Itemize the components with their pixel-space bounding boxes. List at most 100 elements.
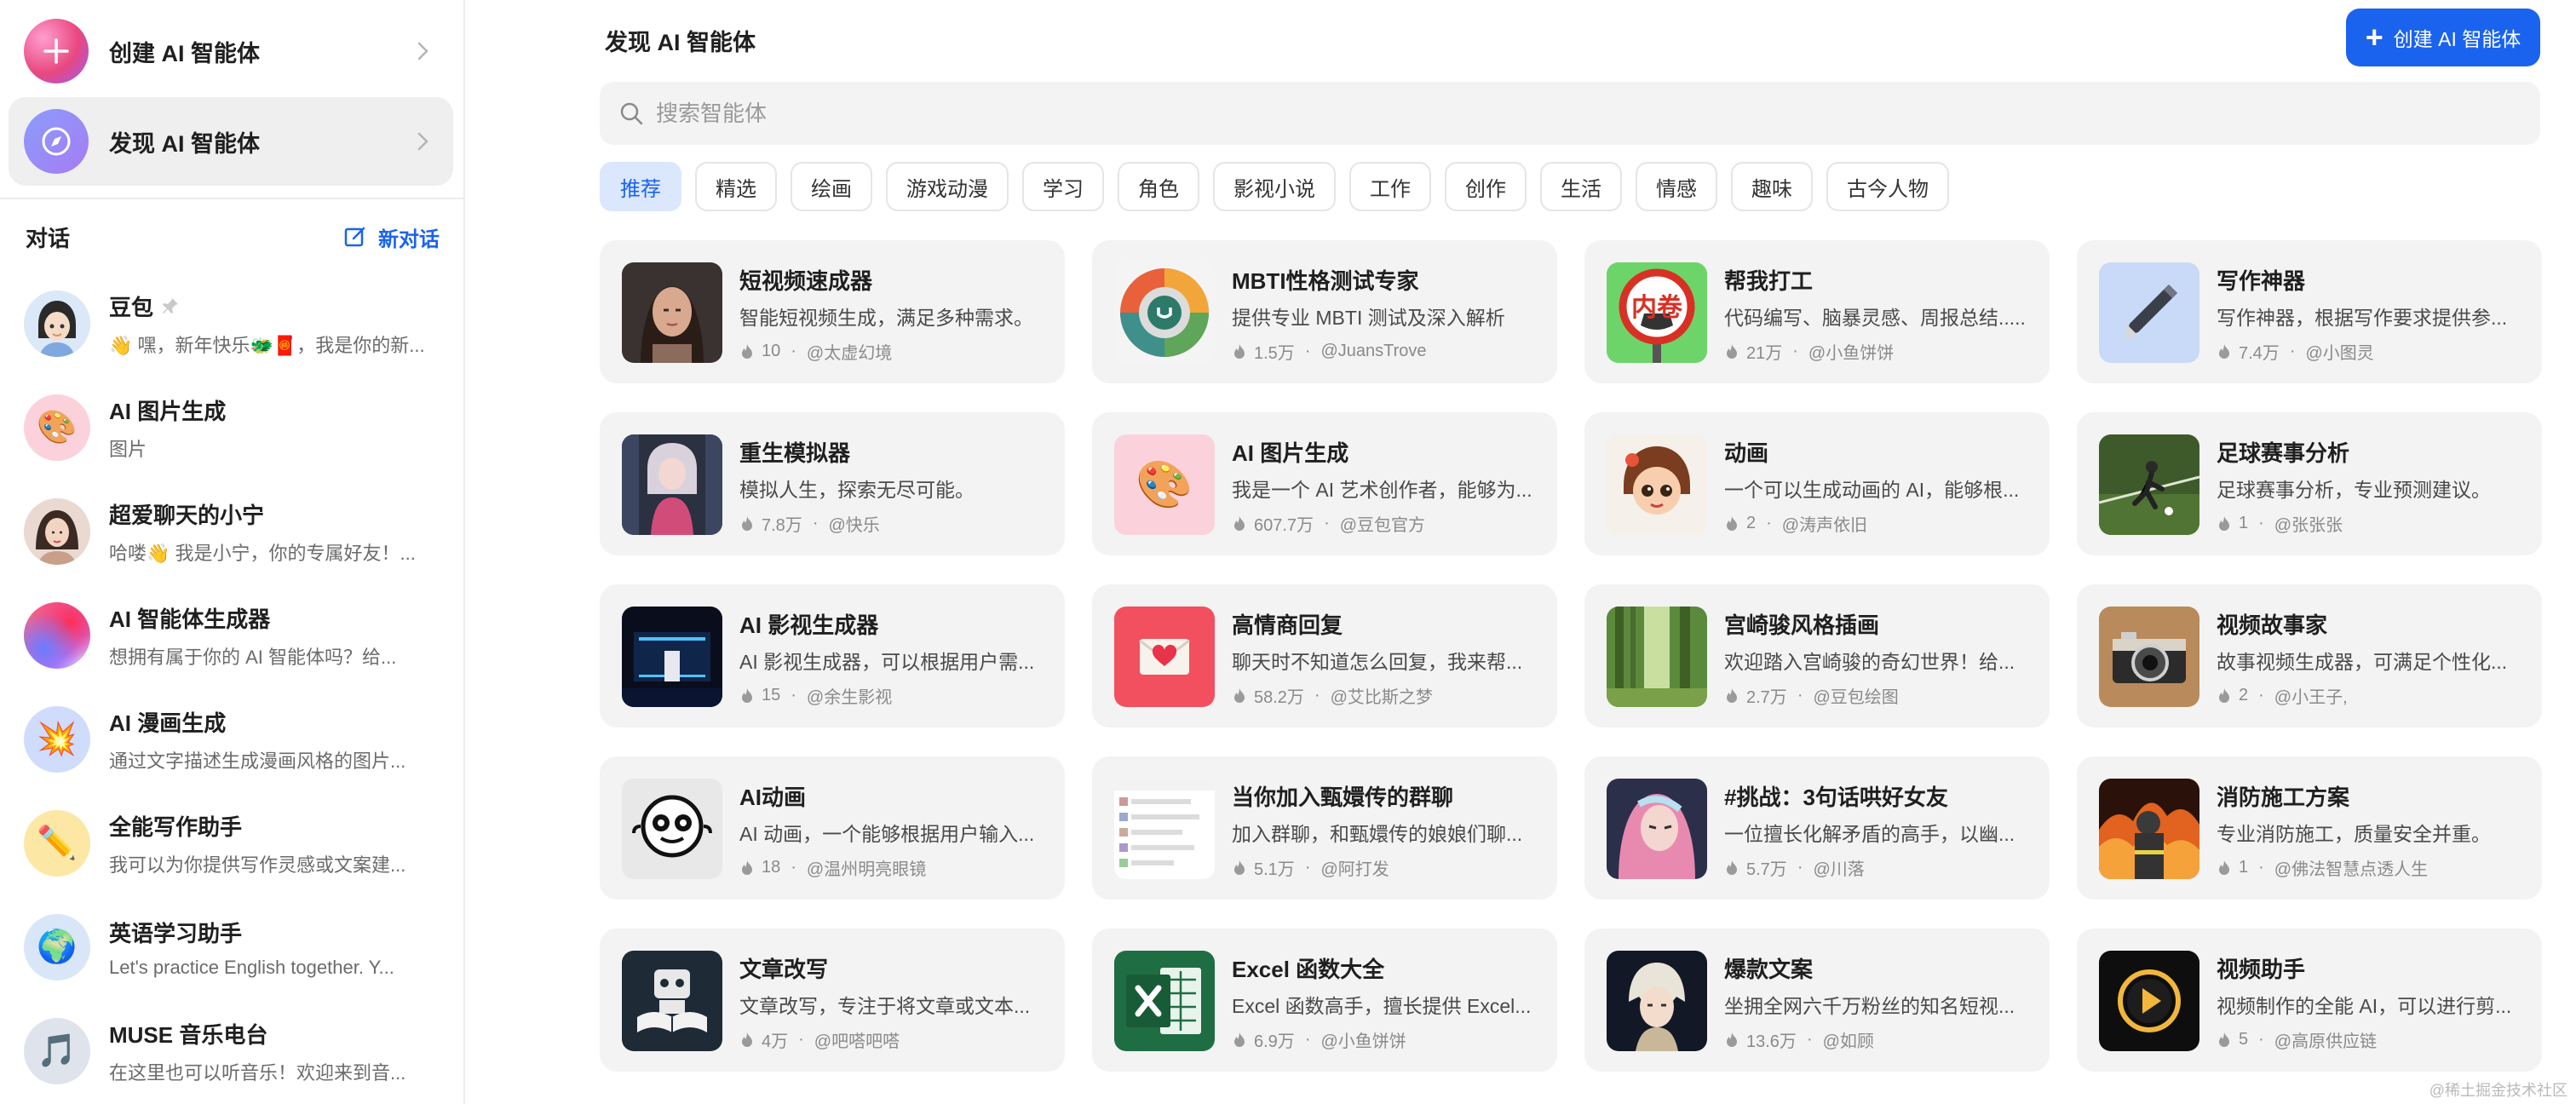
tab-film-novel[interactable]: 影视小说 xyxy=(1213,162,1336,211)
explosion-icon: 💥 xyxy=(24,706,90,773)
agent-card[interactable]: AI动画 AI 动画，一个能够根据用户输入... 18 · @温州明亮眼镜 xyxy=(600,756,1065,900)
pin-icon xyxy=(163,298,179,313)
agent-card[interactable]: 🎨 AI 图片生成 我是一个 AI 艺术创作者，能够为... 607.7万 · @… xyxy=(1092,412,1557,555)
agent-card[interactable]: 文章改写 文章改写，专注于将文章或文本... 4万 · @吧嗒吧嗒 xyxy=(600,929,1065,1072)
agent-meta: 18 · @温州明亮眼镜 xyxy=(739,855,926,880)
agent-card[interactable]: 写作神器 写作神器，根据写作要求提供参... 7.4万 · @小图灵 xyxy=(2077,240,2542,383)
chat-item-agent-generator[interactable]: AI 智能体生成器 想拥有属于你的 AI 智能体吗？给... xyxy=(24,593,450,678)
author-name: @温州明亮眼镜 xyxy=(806,860,927,879)
agent-card[interactable]: 视频助手 视频制作的全能 AI，可以进行剪... 5 · @高原供应链 xyxy=(2077,929,2542,1072)
discover-agent-nav[interactable]: 发现 AI 智能体 xyxy=(9,97,453,186)
agent-card[interactable]: 宫崎骏风格插画 欢迎踏入宫崎骏的奇幻世界！给... 2.7万 · @豆包绘图 xyxy=(1584,584,2050,727)
usage-count: 1 xyxy=(2239,858,2249,877)
agent-card[interactable]: 当你加入甄嬛传的群聊 加入群聊，和甄嬛传的娘娘们聊... 5.1万 · @阿打发 xyxy=(1092,756,1557,900)
chat-item-ai-image[interactable]: 🎨 AI 图片生成 图片 xyxy=(24,385,450,470)
agent-meta: 6.9万 · @小鱼饼饼 xyxy=(1232,1027,1406,1052)
author-name: @快乐 xyxy=(828,516,880,535)
search-bar[interactable] xyxy=(600,82,2540,145)
search-input[interactable] xyxy=(656,100,2360,127)
fire-icon xyxy=(1727,515,1737,531)
agent-card[interactable]: 消防施工方案 专业消防施工，质量安全并重。 1 · @佛法智慧点透人生 xyxy=(2077,756,2542,900)
tab-emotion[interactable]: 情感 xyxy=(1636,162,1717,211)
chat-item-writing[interactable]: ✏️ 全能写作助手 我可以为你提供写作灵感或文案建... xyxy=(24,801,450,886)
tab-games-anime[interactable]: 游戏动漫 xyxy=(886,162,1009,211)
fire-icon xyxy=(742,515,752,531)
forest-thumbnail xyxy=(1607,607,1707,707)
agent-card[interactable]: AI 影视生成器 AI 影视生成器，可以根据用户需... 15 · @余生影视 xyxy=(600,584,1065,727)
agent-description: 故事视频生成器，可满足个性化... xyxy=(2217,651,2508,673)
gradient-orb-icon xyxy=(24,602,90,669)
chat-item-english[interactable]: 🌍 英语学习助手 Let's practice English together… xyxy=(24,905,450,990)
agent-description: AI 动画，一个能够根据用户输入... xyxy=(739,823,1035,845)
agent-title: 写作神器 xyxy=(2217,268,2306,294)
fire-icon xyxy=(1727,1032,1737,1047)
tab-historical-figures[interactable]: 古今人物 xyxy=(1826,162,1949,211)
agent-meta: 21万 · @小鱼饼饼 xyxy=(1724,339,1894,364)
usage-count: 5.7万 xyxy=(1746,860,1787,879)
tab-learning[interactable]: 学习 xyxy=(1022,162,1104,211)
usage-count: 7.4万 xyxy=(2239,344,2280,363)
anime-girl-thumbnail xyxy=(622,434,722,535)
agent-card[interactable]: 视频故事家 故事视频生成器，可满足个性化... 2 · @小王子, xyxy=(2077,584,2542,727)
agent-card[interactable]: 高情商回复 聊天时不知道怎么回复，我来帮... 58.2万 · @艾比斯之梦 xyxy=(1092,584,1557,727)
fire-icon xyxy=(2219,343,2229,359)
chat-name: 全能写作助手 xyxy=(109,814,243,840)
author-name: @张张张 xyxy=(2274,516,2343,535)
agent-card[interactable]: #挑战：3句话哄好女友 一位擅长化解矛盾的高手，以幽... 5.7万 · @川落 xyxy=(1584,756,2050,900)
usage-count: 10 xyxy=(762,342,781,360)
page-title: 发现 AI 智能体 xyxy=(605,30,756,55)
fire-icon xyxy=(2219,860,2229,875)
agent-meta: 2 · @小王子, xyxy=(2217,683,2348,708)
agent-card[interactable]: 内卷 帮我打工 代码编写、脑暴灵感、周报总结..... 21万 · @小鱼饼饼 xyxy=(1584,240,2050,383)
agent-card[interactable]: Excel 函数大全 Excel 函数高手，擅长提供 Excel... 6.9万… xyxy=(1092,929,1557,1072)
fire-icon xyxy=(1727,860,1737,875)
play-button-thumbnail xyxy=(2099,951,2199,1051)
agent-card[interactable]: MBTI性格测试专家 提供专业 MBTI 测试及深入解析 1.5万 · @Juan… xyxy=(1092,240,1557,383)
chat-item-xiaoning[interactable]: 超爱聊天的小宁 哈喽👋 我是小宁，你的专属好友！... xyxy=(24,489,450,574)
chat-item-comic[interactable]: 💥 AI 漫画生成 通过文字描述生成漫画风格的图片... xyxy=(24,697,450,782)
palette-icon: 🎨 xyxy=(24,394,90,461)
tab-life[interactable]: 生活 xyxy=(1540,162,1622,211)
pencil-icon: ✏️ xyxy=(24,810,90,877)
chat-item-muse[interactable]: 🎵 MUSE 音乐电台 在这里也可以听音乐！欢迎来到音... xyxy=(24,1009,450,1094)
agent-title: 帮我打工 xyxy=(1724,268,1814,294)
create-agent-button[interactable]: + 创建 AI 智能体 xyxy=(2346,9,2540,66)
agent-title: 动画 xyxy=(1724,440,1769,466)
tab-recommend[interactable]: 推荐 xyxy=(600,162,681,211)
tab-roles[interactable]: 角色 xyxy=(1118,162,1199,211)
agent-card[interactable]: 短视频速成器 智能短视频生成，满足多种需求。 10 · @太虚幻境 xyxy=(600,240,1065,383)
usage-count: 5.1万 xyxy=(1254,860,1295,879)
agent-meta: 15 · @余生影视 xyxy=(739,683,892,708)
palette-thumbnail: 🎨 xyxy=(1114,434,1215,535)
agent-title: MBTI性格测试专家 xyxy=(1232,268,1419,294)
fire-icon xyxy=(742,1032,752,1047)
agent-card[interactable]: 足球赛事分析 足球赛事分析，专业预测建议。 1 · @张张张 xyxy=(2077,412,2542,555)
category-tabs: 推荐 精选 绘画 游戏动漫 学习 角色 影视小说 工作 创作 生活 情感 趣味 … xyxy=(600,162,1963,211)
tab-work[interactable]: 工作 xyxy=(1349,162,1431,211)
agent-meta: 2 · @涛声依旧 xyxy=(1724,511,1867,536)
tab-featured[interactable]: 精选 xyxy=(695,162,777,211)
chat-item-doubao[interactable]: 豆包 👋 嘿，新年快乐🐲🧧，我是你的新... xyxy=(24,281,450,366)
agent-card[interactable]: 动画 一个可以生成动画的 AI，能够根... 2 · @涛声依旧 xyxy=(1584,412,2050,555)
new-chat-button[interactable]: 新对话 xyxy=(344,222,440,252)
agent-meta: 58.2万 · @艾比斯之梦 xyxy=(1232,683,1433,708)
usage-count: 7.8万 xyxy=(762,516,802,535)
chat-preview: 哈喽👋 我是小宁，你的专属好友！... xyxy=(109,542,416,564)
agent-card[interactable]: 爆款文案 坐拥全网六千万粉丝的知名短视... 13.6万 · @如顾 xyxy=(1584,929,2050,1072)
agent-description: 提供专业 MBTI 测试及深入解析 xyxy=(1232,307,1505,329)
agent-description: AI 影视生成器，可以根据用户需... xyxy=(739,651,1035,673)
tab-fun[interactable]: 趣味 xyxy=(1731,162,1813,211)
create-agent-nav[interactable]: 创建 AI 智能体 xyxy=(9,7,453,95)
tab-creation[interactable]: 创作 xyxy=(1445,162,1527,211)
usage-count: 2.7万 xyxy=(1746,688,1787,707)
tab-drawing[interactable]: 绘画 xyxy=(791,162,872,211)
fire-icon xyxy=(2219,1032,2229,1047)
fire-icon xyxy=(1234,687,1245,703)
agent-card[interactable]: 重生模拟器 模拟人生，探索无尽可能。 7.8万 · @快乐 xyxy=(600,412,1065,555)
agent-title: 重生模拟器 xyxy=(739,440,851,466)
sign-text: 内卷 xyxy=(1631,293,1682,323)
chat-preview: 我可以为你提供写作灵感或文案建... xyxy=(109,854,406,876)
usage-count: 21万 xyxy=(1746,344,1783,363)
agent-description: 写作神器，根据写作要求提供参... xyxy=(2217,307,2508,329)
agent-description: 我是一个 AI 艺术创作者，能够为... xyxy=(1232,479,1532,501)
